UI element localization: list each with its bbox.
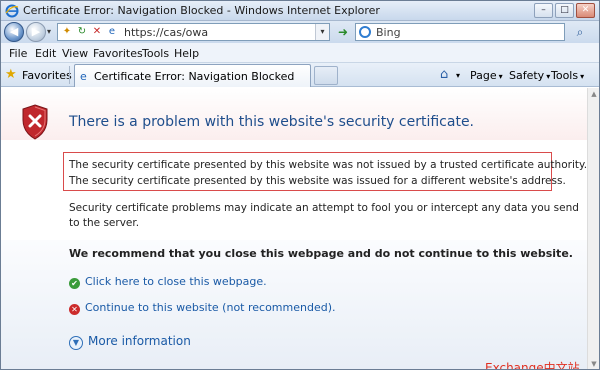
address-bar[interactable]: ✦ ↻ ✕ e https://cas/owa ▾ xyxy=(57,23,330,41)
page-content: There is a problem with this website's s… xyxy=(1,88,599,370)
ie-logo-icon xyxy=(5,4,19,18)
page-menu[interactable]: Page ▾ xyxy=(470,69,503,82)
new-tab-button[interactable] xyxy=(314,66,338,85)
chevron-down-icon: ▾ xyxy=(546,72,551,81)
continue-link[interactable]: Continue to this website (not recommende… xyxy=(85,301,336,314)
expand-chevron-icon[interactable]: ▼ xyxy=(69,336,83,350)
more-information-option[interactable]: ▼ More information xyxy=(69,334,191,350)
address-row: ◀ ▶ ▾ ✦ ↻ ✕ e https://cas/owa ▾ ➜ Bing ⌕ xyxy=(1,21,599,43)
title-bar: Certificate Error: Navigation Blocked - … xyxy=(1,1,599,21)
go-icon[interactable]: ➜ xyxy=(335,24,351,40)
forward-arrow-icon: ▶ xyxy=(31,25,41,38)
page-icon: e xyxy=(108,26,116,37)
search-box[interactable]: Bing xyxy=(355,23,565,41)
tab-label: Certificate Error: Navigation Blocked xyxy=(94,70,295,83)
favicon-star-icon: ✦ xyxy=(62,26,72,37)
continue-option[interactable]: ✕ Continue to this website (not recommend… xyxy=(69,301,336,315)
menu-bar: File Edit View Favorites Tools Help xyxy=(1,43,599,63)
chevron-down-icon: ▾ xyxy=(498,72,503,81)
scroll-down-icon[interactable]: ▼ xyxy=(588,358,599,369)
menu-edit[interactable]: Edit xyxy=(35,47,56,60)
menu-view[interactable]: View xyxy=(62,47,88,60)
error-banner: There is a problem with this website's s… xyxy=(1,88,587,140)
tab-certificate-error[interactable]: e Certificate Error: Navigation Blocked xyxy=(74,64,311,87)
compat-refresh-icon[interactable]: ↻ xyxy=(75,25,89,39)
safety-menu-label: Safety xyxy=(509,69,545,82)
vertical-scrollbar[interactable]: ▲ ▼ xyxy=(587,88,599,369)
home-icon[interactable]: ⌂ xyxy=(440,67,448,82)
minimize-button[interactable]: – xyxy=(534,3,553,18)
bing-icon xyxy=(359,26,371,38)
favorites-star-icon[interactable]: ★ xyxy=(5,67,17,82)
chevron-down-icon: ▾ xyxy=(580,72,585,81)
search-placeholder[interactable]: Bing xyxy=(376,26,401,39)
close-webpage-option[interactable]: ✔ Click here to close this webpage. xyxy=(69,275,267,289)
safety-menu[interactable]: Safety ▾ xyxy=(509,69,550,82)
favorites-button[interactable]: Favorites xyxy=(22,69,72,82)
menu-favorites[interactable]: Favorites xyxy=(93,47,143,60)
back-button[interactable]: ◀ xyxy=(4,22,24,42)
recommendation-text: We recommend that you close this webpage… xyxy=(69,247,573,260)
home-dropdown-icon[interactable]: ▾ xyxy=(456,71,460,80)
green-check-icon: ✔ xyxy=(69,278,80,289)
favorites-bar: ★ Favorites e Certificate Error: Navigat… xyxy=(1,63,599,87)
watermark: Exchange中文站 xyxy=(485,361,580,370)
forward-button[interactable]: ▶ xyxy=(26,22,46,42)
tab-page-icon: e xyxy=(80,70,87,83)
divider xyxy=(69,66,70,84)
close-window-button[interactable]: ✕ xyxy=(576,3,595,18)
more-information-link[interactable]: More information xyxy=(88,334,191,348)
options-panel: We recommend that you close this webpage… xyxy=(1,240,587,370)
stop-icon[interactable]: ✕ xyxy=(90,25,104,39)
red-x-icon: ✕ xyxy=(69,304,80,315)
error-line: The security certificate presented by th… xyxy=(69,159,588,171)
search-button[interactable]: ⌕ xyxy=(566,23,594,41)
tools-menu[interactable]: Tools ▾ xyxy=(551,69,584,82)
address-dropdown-icon[interactable]: ▾ xyxy=(315,24,329,40)
menu-file[interactable]: File xyxy=(9,47,27,60)
error-details-box: The security certificate presented by th… xyxy=(63,152,587,191)
history-dropdown-icon[interactable]: ▾ xyxy=(47,27,51,36)
back-arrow-icon: ◀ xyxy=(9,25,19,38)
menu-help[interactable]: Help xyxy=(174,47,199,60)
menu-tools[interactable]: Tools xyxy=(142,47,169,60)
scroll-up-icon[interactable]: ▲ xyxy=(588,88,599,100)
page-menu-label: Page xyxy=(470,69,497,82)
browser-window: Certificate Error: Navigation Blocked - … xyxy=(0,0,600,370)
page-title: There is a problem with this website's s… xyxy=(69,114,475,130)
error-line: The security certificate presented by th… xyxy=(69,175,566,187)
close-webpage-link[interactable]: Click here to close this webpage. xyxy=(85,275,267,288)
shield-error-icon xyxy=(22,104,48,140)
warning-text: Security certificate problems may indica… xyxy=(69,202,579,229)
maximize-button[interactable]: □ xyxy=(555,3,574,18)
url-text[interactable]: https://cas/owa xyxy=(124,26,208,39)
tools-menu-label: Tools xyxy=(551,69,579,82)
window-title: Certificate Error: Navigation Blocked - … xyxy=(23,4,380,17)
